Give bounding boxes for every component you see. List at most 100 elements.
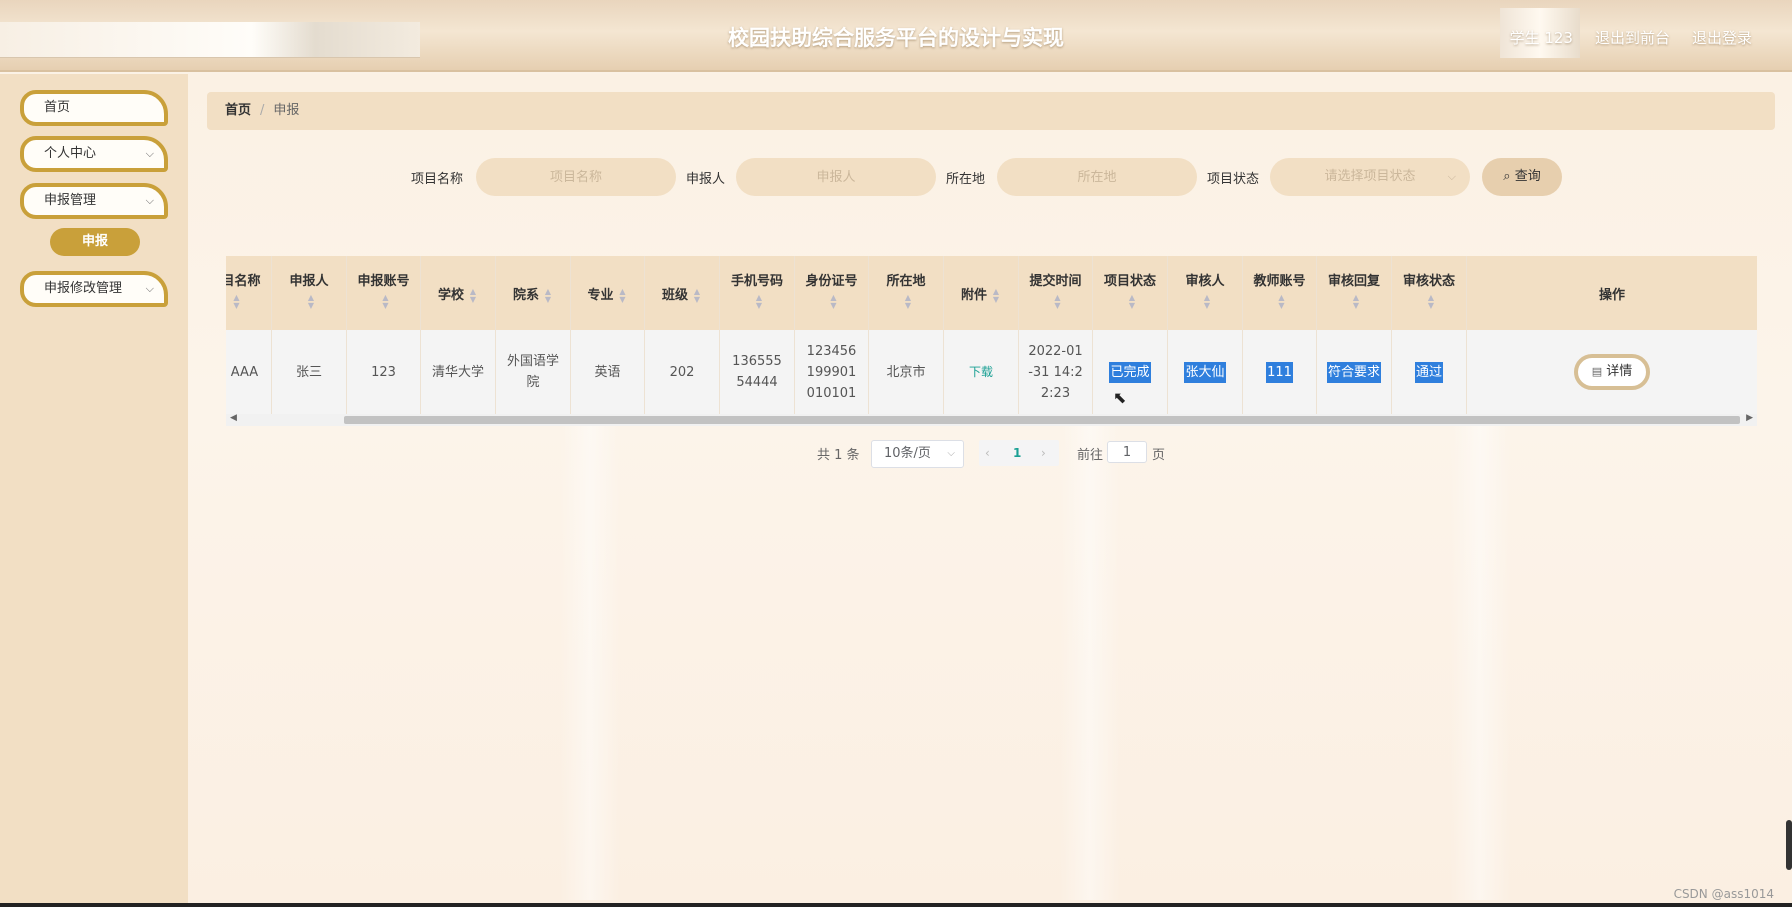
column-header-class[interactable]: 班级 ▲ ▼	[645, 256, 720, 330]
location-input[interactable]	[997, 158, 1197, 196]
location-label: 所在地	[946, 172, 986, 187]
sort-icon[interactable]: ▲ ▼	[1277, 294, 1287, 310]
sort-icon[interactable]: ▲ ▼	[1127, 294, 1137, 310]
cell-review-status: 通过	[1392, 330, 1467, 414]
sort-icon[interactable]: ▲ ▼	[543, 287, 553, 304]
sort-icon[interactable]: ▲ ▼	[1351, 294, 1361, 310]
cell-department: 外国语学院	[496, 330, 571, 414]
column-header-project-status[interactable]: 项目状态 ▲ ▼	[1093, 256, 1168, 330]
column-header-school[interactable]: 学校 ▲ ▼	[421, 256, 496, 330]
chevron-down-icon: ⌵	[145, 282, 154, 295]
sort-icon[interactable]: ▲ ▼	[991, 287, 1001, 304]
column-header-project-name[interactable]: 项目名称 ▲▼	[226, 256, 272, 330]
page-unit-label: 页	[1152, 448, 1166, 463]
applicant-input[interactable]	[736, 158, 936, 196]
table-header: 项目名称 ▲▼ 申报人 ▲▼ 申报账号 ▲▼ 学校▲▼ 院系▲▼ 专业▲▼ 班级…	[226, 256, 1757, 330]
side-scroll-handle[interactable]	[1786, 820, 1792, 870]
column-header-phone[interactable]: 手机号码 ▲ ▼	[720, 256, 795, 330]
sort-icon[interactable]: ▲ ▼	[618, 287, 628, 304]
breadcrumb-current: 申报	[273, 103, 300, 118]
column-header-submit-time[interactable]: 提交时间 ▲ ▼	[1019, 256, 1093, 330]
sidebar-item-label: 申报修改管理	[44, 281, 123, 296]
detail-button[interactable]: ▤ 详情	[1574, 354, 1650, 390]
scroll-left-arrow-icon[interactable]: ◀	[230, 413, 237, 423]
column-header-department[interactable]: 院系 ▲ ▼	[496, 256, 571, 330]
scrollbar-thumb[interactable]	[344, 416, 1740, 424]
sidebar-item-personal-center[interactable]: 个人中心 ⌵	[20, 136, 168, 172]
page-number-current[interactable]: 1	[1013, 440, 1021, 466]
cell-major: 英语	[571, 330, 645, 414]
chevron-down-icon: ⌵	[947, 448, 955, 459]
query-button[interactable]: ⌕ 查询	[1482, 158, 1562, 196]
sidebar: 首页 个人中心 ⌵ 申报管理 ⌵ 申报 申报修改管理 ⌵	[0, 74, 188, 907]
column-header-review-reply[interactable]: 审核回复 ▲ ▼	[1317, 256, 1392, 330]
main-content-background	[188, 74, 1792, 907]
column-header-applicant[interactable]: 申报人 ▲ ▼	[272, 256, 347, 330]
sidebar-item-label: 个人中心	[44, 146, 97, 161]
column-header-id-card[interactable]: 身份证号 ▲ ▼	[795, 256, 869, 330]
project-name-label: 项目名称	[411, 172, 464, 187]
sort-icon[interactable]: ▲ ▼	[754, 294, 764, 310]
cell-phone: 13655554444	[720, 330, 795, 414]
table-horizontal-scrollbar[interactable]: ◀ ▶	[226, 413, 1757, 426]
current-user-label: 学生 123	[1509, 29, 1573, 47]
scroll-right-arrow-icon[interactable]: ▶	[1746, 413, 1753, 423]
project-status-label: 项目状态	[1207, 172, 1260, 187]
project-name-input[interactable]	[476, 158, 676, 196]
sidebar-item-label: 申报	[81, 234, 108, 249]
sort-icon[interactable]: ▲ ▼	[1426, 294, 1436, 310]
top-header: 校园扶助综合服务平台的设计与实现 学生 123 退出到前台 退出登录	[0, 0, 1792, 72]
sort-icon[interactable]: ▲ ▼	[829, 294, 839, 310]
column-header-account[interactable]: 申报账号 ▲ ▼	[347, 256, 421, 330]
breadcrumb-home[interactable]: 首页	[225, 103, 251, 118]
cell-actions: ▤ 详情	[1467, 330, 1757, 414]
cell-teacher-account: 111	[1243, 330, 1317, 414]
exit-to-front-link[interactable]: 退出到前台	[1595, 27, 1670, 48]
goto-page-input[interactable]	[1107, 441, 1147, 463]
project-status-select[interactable]: 请选择项目状态 ⌵	[1270, 158, 1470, 196]
column-header-major[interactable]: 专业 ▲ ▼	[571, 256, 645, 330]
mouse-cursor-icon: ⬉	[1113, 388, 1127, 407]
cell-reviewer: 张大仙	[1168, 330, 1243, 414]
header-actions: 学生 123 退出到前台 退出登录	[1510, 27, 1752, 48]
sidebar-item-home[interactable]: 首页	[20, 90, 168, 126]
sort-icon[interactable]: ▲ ▼	[232, 294, 242, 310]
sort-icon[interactable]: ▲ ▼	[468, 287, 478, 304]
sort-icon[interactable]: ▲ ▼	[306, 294, 316, 310]
sort-icon[interactable]: ▲ ▼	[381, 294, 391, 310]
teacher-account-value: 111	[1266, 361, 1293, 383]
sort-icon[interactable]: ▲ ▼	[1053, 294, 1063, 310]
cell-project-status: 已完成	[1093, 330, 1168, 414]
column-header-attachment[interactable]: 附件 ▲ ▼	[944, 256, 1019, 330]
search-icon: ⌕	[1503, 169, 1511, 184]
review-reply-value: 符合要求	[1326, 361, 1381, 383]
sidebar-item-declaration-management[interactable]: 申报管理 ⌵	[20, 183, 168, 219]
background-light-stripe	[560, 420, 620, 900]
column-header-reviewer[interactable]: 审核人 ▲ ▼	[1168, 256, 1243, 330]
breadcrumb: 首页 / 申报	[207, 92, 1775, 130]
sort-icon[interactable]: ▲ ▼	[1202, 294, 1212, 310]
cell-attachment-download-link[interactable]: 下载	[944, 330, 1019, 414]
sort-icon[interactable]: ▲ ▼	[903, 294, 913, 310]
bottom-border	[0, 903, 1792, 907]
column-header-teacher-account[interactable]: 教师账号 ▲ ▼	[1243, 256, 1317, 330]
prev-page-icon[interactable]: ‹	[985, 440, 990, 466]
column-header-location[interactable]: 所在地 ▲ ▼	[869, 256, 944, 330]
logout-link[interactable]: 退出登录	[1692, 27, 1752, 48]
next-page-icon[interactable]: ›	[1041, 440, 1046, 466]
cell-project-name: AAA	[226, 330, 272, 414]
watermark: CSDN @ass1014	[1673, 887, 1774, 901]
column-header-review-status[interactable]: 审核状态 ▲ ▼	[1392, 256, 1467, 330]
project-status-placeholder: 请选择项目状态	[1324, 169, 1416, 184]
chevron-down-icon: ⌵	[1447, 170, 1456, 183]
detail-button-label: 详情	[1606, 364, 1633, 379]
page-size-select[interactable]: 10条/页 ⌵	[871, 440, 964, 468]
background-light-stripe	[1060, 420, 1120, 900]
sidebar-subitem-declaration[interactable]: 申报	[50, 228, 140, 256]
cell-location: 北京市	[869, 330, 944, 414]
sidebar-item-declaration-edit-management[interactable]: 申报修改管理 ⌵	[20, 271, 168, 307]
sort-icon[interactable]: ▲ ▼	[692, 287, 702, 304]
declaration-table: 项目名称 ▲▼ 申报人 ▲▼ 申报账号 ▲▼ 学校▲▼ 院系▲▼ 专业▲▼ 班级…	[226, 256, 1757, 428]
cell-id-card: 123456199901010101	[795, 330, 869, 414]
cell-class: 202	[645, 330, 720, 414]
